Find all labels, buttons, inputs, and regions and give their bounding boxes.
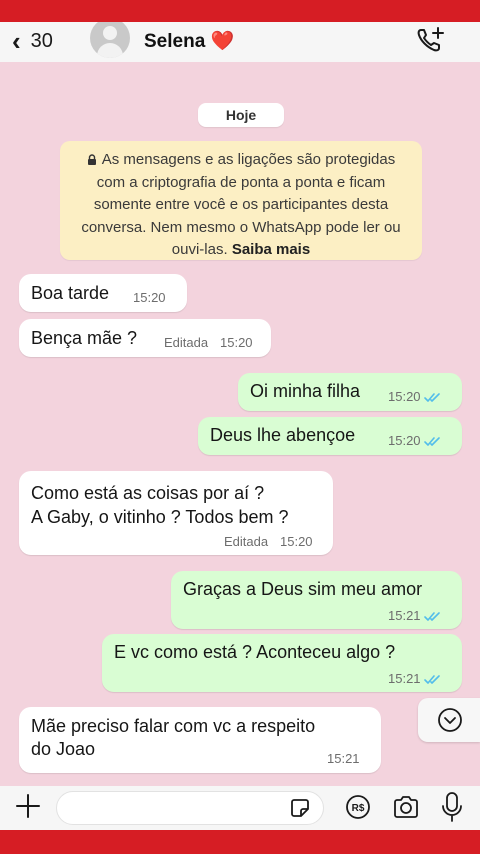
payment-icon[interactable]: R$ — [345, 794, 371, 820]
scroll-to-bottom-button[interactable] — [418, 698, 480, 742]
message-text: Deus lhe abençoe — [210, 425, 356, 445]
avatar-placeholder-body — [97, 43, 123, 58]
chevron-left-icon: ‹ — [12, 26, 21, 56]
message-text: Mãe preciso falar com vc a respeito do J… — [31, 716, 316, 759]
add-call-icon[interactable] — [414, 24, 446, 56]
encryption-notice[interactable]: As mensagens e as ligações são protegida… — [60, 141, 422, 260]
microphone-icon[interactable] — [440, 791, 464, 823]
message-status: 15:20 — [388, 433, 442, 448]
message-text: Bença mãe ? — [31, 328, 138, 348]
message-bubble[interactable]: Graças a Deus sim meu amor 15:21 — [171, 571, 462, 629]
message-time: 15:20 — [280, 534, 313, 549]
message-text: Oi minha filha — [250, 381, 361, 401]
message-time: 15:21 — [388, 671, 421, 686]
device-frame-bottom — [0, 830, 480, 854]
message-time: 15:21 — [327, 751, 360, 766]
plus-icon[interactable] — [14, 792, 42, 820]
message-text: Como está as coisas por aí ? A Gaby, o v… — [31, 483, 289, 527]
chat-screen: ‹ 30 Selena ❤️ Hoje As mensagens e as li… — [0, 22, 480, 830]
message-composer: R$ — [0, 786, 480, 830]
back-button[interactable]: ‹ 30 — [12, 26, 53, 56]
chevron-down-icon — [438, 708, 462, 732]
double-check-icon — [423, 675, 440, 684]
message-bubble[interactable]: Deus lhe abençoe 15:20 — [198, 417, 462, 455]
date-divider: Hoje — [198, 103, 284, 127]
message-bubble[interactable]: Bença mãe ? Editada 15:20 — [19, 319, 271, 357]
message-bubble[interactable]: Boa tarde 15:20 — [19, 274, 187, 312]
camera-icon[interactable] — [392, 794, 420, 820]
message-bubble[interactable]: Oi minha filha 15:20 — [238, 373, 462, 411]
learn-more-link[interactable]: Saiba mais — [232, 241, 310, 258]
message-status: 15:21 — [388, 671, 442, 686]
lock-icon — [87, 154, 96, 165]
avatar-placeholder-icon — [103, 26, 117, 40]
unread-count: 30 — [30, 29, 53, 52]
chat-header: ‹ 30 Selena ❤️ — [0, 22, 480, 62]
message-time: 15:20 — [133, 290, 166, 305]
double-check-icon — [423, 393, 440, 402]
message-text: Graças a Deus sim meu amor — [183, 579, 423, 599]
device-frame-top — [0, 0, 480, 22]
message-bubble[interactable]: Mãe preciso falar com vc a respeito do J… — [19, 707, 381, 773]
contact-name[interactable]: Selena ❤️ — [144, 29, 234, 53]
double-check-icon — [423, 437, 440, 446]
message-time: 15:20 — [388, 433, 421, 448]
svg-text:R$: R$ — [352, 803, 365, 814]
message-text: E vc como está ? Aconteceu algo ? — [114, 642, 396, 662]
message-bubble[interactable]: Como está as coisas por aí ? A Gaby, o v… — [19, 471, 333, 555]
message-text: Boa tarde — [31, 283, 110, 303]
message-status: 15:20 — [388, 389, 442, 404]
message-edited-label: Editada — [164, 335, 209, 350]
message-time: 15:20 — [388, 389, 421, 404]
message-edited-label: Editada — [224, 534, 269, 549]
sticker-icon[interactable] — [288, 796, 312, 820]
double-check-icon — [423, 612, 440, 621]
avatar[interactable] — [90, 22, 130, 58]
message-status: 15:21 — [388, 608, 442, 623]
message-input[interactable] — [56, 791, 324, 825]
message-time: 15:21 — [388, 608, 421, 623]
message-bubble[interactable]: E vc como está ? Aconteceu algo ? 15:21 — [102, 634, 462, 692]
message-time: 15:20 — [220, 335, 253, 350]
